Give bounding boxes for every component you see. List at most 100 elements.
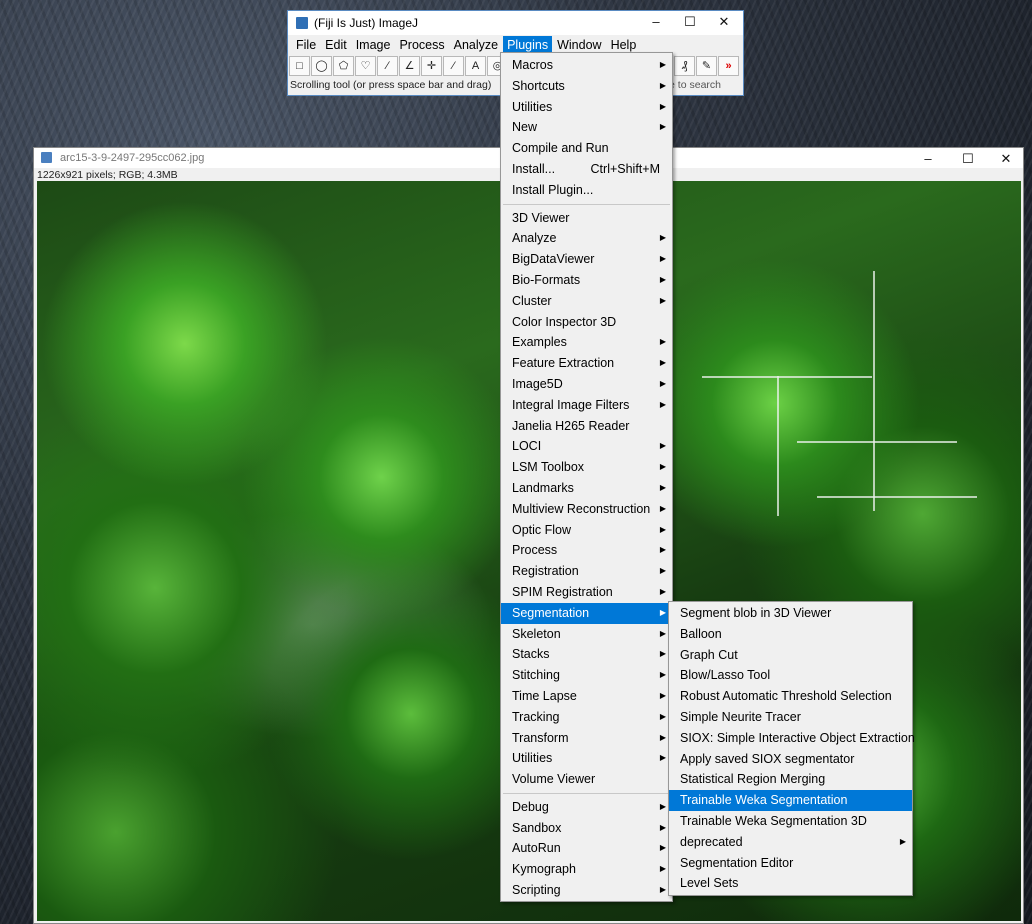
plugins-item-transform[interactable]: Transform ▶ bbox=[501, 728, 672, 749]
menu-item-label: Janelia H265 Reader bbox=[512, 418, 630, 433]
maximize-icon[interactable]: ☐ bbox=[959, 151, 977, 167]
plugins-item-stacks[interactable]: Stacks ▶ bbox=[501, 644, 672, 665]
plugins-item-lsm-toolbox[interactable]: LSM Toolbox ▶ bbox=[501, 457, 672, 478]
segmentation-item-level-sets[interactable]: Level Sets bbox=[669, 873, 912, 894]
submenu-arrow-icon: ▶ bbox=[659, 885, 666, 895]
plugins-item-multiview-reconstruction[interactable]: Multiview Reconstruction ▶ bbox=[501, 499, 672, 520]
submenu-arrow-icon: ▶ bbox=[659, 732, 666, 742]
plugins-item-kymograph[interactable]: Kymograph ▶ bbox=[501, 859, 672, 880]
plugins-item-utilities[interactable]: Utilities ▶ bbox=[501, 97, 672, 118]
plugins-item-stitching[interactable]: Stitching ▶ bbox=[501, 665, 672, 686]
menu-item-label: Graph Cut bbox=[680, 647, 738, 662]
plugins-item-install-plugin[interactable]: Install Plugin... bbox=[501, 180, 672, 201]
plugins-item-analyze[interactable]: Analyze ▶ bbox=[501, 228, 672, 249]
rectangle-tool-icon[interactable]: □ bbox=[289, 56, 310, 76]
plugins-item-macros[interactable]: Macros ▶ bbox=[501, 55, 672, 76]
minimize-icon[interactable]: – bbox=[919, 151, 937, 166]
plugins-item-autorun[interactable]: AutoRun ▶ bbox=[501, 838, 672, 859]
plugins-item-spim-registration[interactable]: SPIM Registration ▶ bbox=[501, 582, 672, 603]
segmentation-item-segmentation-editor[interactable]: Segmentation Editor bbox=[669, 853, 912, 874]
freehand-tool-icon[interactable]: ♡ bbox=[355, 56, 376, 76]
plugins-item-cluster[interactable]: Cluster ▶ bbox=[501, 291, 672, 312]
menu-analyze[interactable]: Analyze bbox=[450, 36, 502, 54]
more-tools-icon[interactable]: » bbox=[718, 56, 739, 76]
segmentation-item-robust-automatic-threshold-selection[interactable]: Robust Automatic Threshold Selection bbox=[669, 686, 912, 707]
plugins-item-skeleton[interactable]: Skeleton ▶ bbox=[501, 624, 672, 645]
segmentation-item-segment-blob-in-3d-viewer[interactable]: Segment blob in 3D Viewer bbox=[669, 603, 912, 624]
menu-item-label: Stitching bbox=[512, 668, 560, 683]
segmentation-item-trainable-weka-segmentation-3d[interactable]: Trainable Weka Segmentation 3D bbox=[669, 811, 912, 832]
menu-item-label: Stacks bbox=[512, 647, 550, 662]
plugins-item-compile-and-run[interactable]: Compile and Run bbox=[501, 138, 672, 159]
plugins-item-time-lapse[interactable]: Time Lapse ▶ bbox=[501, 686, 672, 707]
oval-tool-icon[interactable]: ◯ bbox=[311, 56, 332, 76]
menu-item-label: Level Sets bbox=[680, 876, 739, 891]
segmentation-item-deprecated[interactable]: deprecated ▶ bbox=[669, 832, 912, 853]
menu-process[interactable]: Process bbox=[395, 36, 448, 54]
main-titlebar[interactable]: (Fiji Is Just) ImageJ – ☐ ✕ bbox=[288, 11, 743, 35]
segmentation-item-apply-saved-siox-segmentator[interactable]: Apply saved SIOX segmentator bbox=[669, 749, 912, 770]
segmentation-item-balloon[interactable]: Balloon bbox=[669, 624, 912, 645]
plugins-item-janelia-h265-reader[interactable]: Janelia H265 Reader bbox=[501, 416, 672, 437]
menu-separator bbox=[503, 203, 670, 205]
plugins-item-install[interactable]: Install... Ctrl+Shift+M bbox=[501, 159, 672, 180]
submenu-arrow-icon: ▶ bbox=[659, 822, 666, 832]
menu-item-label: Registration bbox=[512, 564, 579, 579]
point-tool-icon[interactable]: ✛ bbox=[421, 56, 442, 76]
grid-line bbox=[702, 376, 872, 378]
image-tool-icon[interactable]: ₰ bbox=[674, 56, 695, 76]
plugins-item-image5d[interactable]: Image5D ▶ bbox=[501, 374, 672, 395]
plugins-item-segmentation[interactable]: Segmentation ▶ bbox=[501, 602, 672, 624]
plugins-item-scripting[interactable]: Scripting ▶ bbox=[501, 880, 672, 901]
menu-item-label: SPIM Registration bbox=[512, 584, 613, 599]
plugins-item-shortcuts[interactable]: Shortcuts ▶ bbox=[501, 76, 672, 97]
plugins-item-examples[interactable]: Examples ▶ bbox=[501, 332, 672, 353]
minimize-icon[interactable]: – bbox=[647, 14, 665, 29]
plugins-item-volume-viewer[interactable]: Volume Viewer bbox=[501, 769, 672, 790]
plugins-item-bigdataviewer[interactable]: BigDataViewer ▶ bbox=[501, 249, 672, 270]
plugins-item-registration[interactable]: Registration ▶ bbox=[501, 561, 672, 582]
segmentation-item-graph-cut[interactable]: Graph Cut bbox=[669, 645, 912, 666]
submenu-arrow-icon: ▶ bbox=[659, 864, 666, 874]
plugins-item-color-inspector-3d[interactable]: Color Inspector 3D bbox=[501, 312, 672, 333]
menu-item-label: Landmarks bbox=[512, 480, 574, 495]
angle-tool-icon[interactable]: ∠ bbox=[399, 56, 420, 76]
text-tool-icon[interactable]: A bbox=[465, 56, 486, 76]
polygon-tool-icon[interactable]: ⬠ bbox=[333, 56, 354, 76]
submenu-arrow-icon: ▶ bbox=[659, 524, 666, 534]
wand-tool-icon[interactable]: ⁄ bbox=[443, 56, 464, 76]
segmentation-item-blow-lasso-tool[interactable]: Blow/Lasso Tool bbox=[669, 665, 912, 686]
plugins-item-bio-formats[interactable]: Bio-Formats ▶ bbox=[501, 270, 672, 291]
submenu-arrow-icon: ▶ bbox=[659, 690, 666, 700]
menu-item-label: Kymograph bbox=[512, 862, 576, 877]
plugins-item-3d-viewer[interactable]: 3D Viewer bbox=[501, 208, 672, 229]
plugins-item-tracking[interactable]: Tracking ▶ bbox=[501, 707, 672, 728]
menu-edit[interactable]: Edit bbox=[321, 36, 351, 54]
plugins-item-integral-image-filters[interactable]: Integral Image Filters ▶ bbox=[501, 395, 672, 416]
maximize-icon[interactable]: ☐ bbox=[681, 14, 699, 30]
menu-file[interactable]: File bbox=[292, 36, 320, 54]
segmentation-item-statistical-region-merging[interactable]: Statistical Region Merging bbox=[669, 769, 912, 790]
plugins-item-utilities[interactable]: Utilities ▶ bbox=[501, 748, 672, 769]
plugins-item-debug[interactable]: Debug ▶ bbox=[501, 797, 672, 818]
plugins-item-landmarks[interactable]: Landmarks ▶ bbox=[501, 478, 672, 499]
plugins-item-sandbox[interactable]: Sandbox ▶ bbox=[501, 818, 672, 839]
grid-line bbox=[797, 441, 957, 443]
submenu-arrow-icon: ▶ bbox=[659, 274, 666, 284]
menu-item-label: Bio-Formats bbox=[512, 272, 581, 287]
segmentation-item-siox-simple-interactive-object-extraction[interactable]: SIOX: Simple Interactive Object Extracti… bbox=[669, 728, 915, 749]
close-icon[interactable]: ✕ bbox=[715, 14, 733, 30]
plugins-item-process[interactable]: Process ▶ bbox=[501, 540, 672, 561]
line-tool-icon[interactable]: ∕ bbox=[377, 56, 398, 76]
plugins-item-optic-flow[interactable]: Optic Flow ▶ bbox=[501, 520, 672, 541]
grid-line bbox=[817, 496, 977, 498]
close-icon[interactable]: ✕ bbox=[997, 151, 1015, 167]
developer-tool-icon[interactable]: ✎ bbox=[696, 56, 717, 76]
segmentation-item-trainable-weka-segmentation[interactable]: Trainable Weka Segmentation bbox=[669, 790, 912, 811]
plugins-item-new[interactable]: New ▶ bbox=[501, 117, 672, 138]
menu-item-label: Segmentation bbox=[512, 605, 590, 620]
plugins-item-feature-extraction[interactable]: Feature Extraction ▶ bbox=[501, 353, 672, 374]
plugins-item-loci[interactable]: LOCI ▶ bbox=[501, 436, 672, 457]
segmentation-item-simple-neurite-tracer[interactable]: Simple Neurite Tracer bbox=[669, 707, 912, 728]
menu-image[interactable]: Image bbox=[352, 36, 395, 54]
